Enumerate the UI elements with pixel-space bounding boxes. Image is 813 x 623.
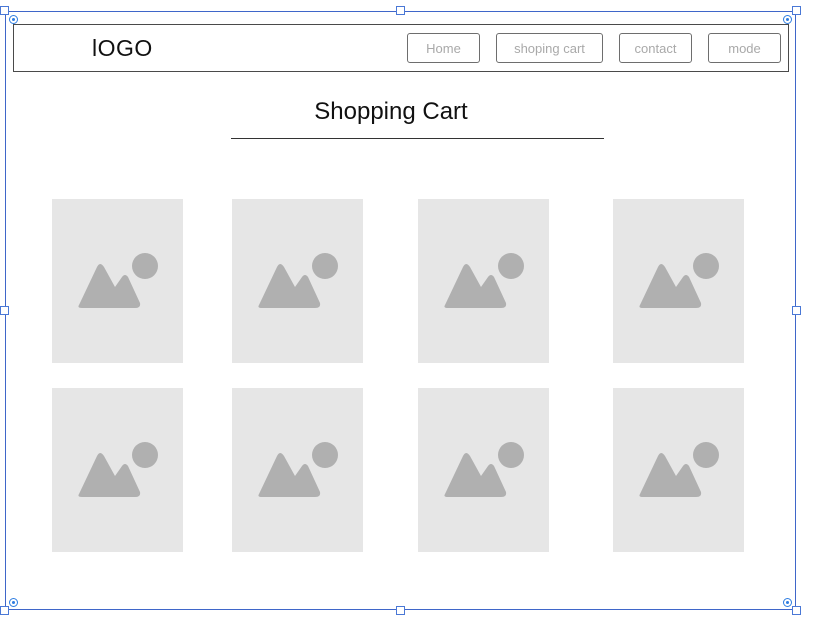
resize-handle-bottom-left-outer[interactable] <box>0 606 9 615</box>
product-image-7[interactable] <box>418 388 549 552</box>
resize-handle-top-left-outer[interactable] <box>0 6 9 15</box>
image-placeholder-icon <box>444 442 524 497</box>
header-bar: lOGO Home shoping cart contact mode <box>13 24 789 72</box>
product-image-4[interactable] <box>613 199 744 363</box>
corner-handle-top-left[interactable] <box>9 15 18 24</box>
nav-shopping-cart-button[interactable]: shoping cart <box>496 33 603 63</box>
resize-handle-right[interactable] <box>792 306 801 315</box>
page-title: Shopping Cart <box>314 98 468 125</box>
corner-handle-bottom-right[interactable] <box>783 598 792 607</box>
image-placeholder-icon <box>639 253 719 308</box>
nav-contact-button[interactable]: contact <box>619 33 692 63</box>
corner-handle-top-right[interactable] <box>783 15 792 24</box>
image-placeholder-icon <box>444 253 524 308</box>
resize-handle-bottom-right-outer[interactable] <box>792 606 801 615</box>
resize-handle-top[interactable] <box>396 6 405 15</box>
image-placeholder-icon <box>78 442 158 497</box>
image-placeholder-icon <box>258 442 338 497</box>
product-image-3[interactable] <box>418 199 549 363</box>
resize-handle-left[interactable] <box>0 306 9 315</box>
product-image-1[interactable] <box>52 199 183 363</box>
product-image-2[interactable] <box>232 199 363 363</box>
resize-handle-top-right-outer[interactable] <box>792 6 801 15</box>
corner-handle-bottom-left[interactable] <box>9 598 18 607</box>
image-placeholder-icon <box>78 253 158 308</box>
nav-mode-button[interactable]: mode <box>708 33 781 63</box>
resize-handle-bottom[interactable] <box>396 606 405 615</box>
product-image-5[interactable] <box>52 388 183 552</box>
product-image-8[interactable] <box>613 388 744 552</box>
logo[interactable]: lOGO <box>92 35 153 62</box>
image-placeholder-icon <box>258 253 338 308</box>
product-image-6[interactable] <box>232 388 363 552</box>
nav-home-button[interactable]: Home <box>407 33 480 63</box>
image-placeholder-icon <box>639 442 719 497</box>
title-divider <box>231 138 604 139</box>
wireframe-canvas: lOGO Home shoping cart contact mode Shop… <box>0 0 813 623</box>
